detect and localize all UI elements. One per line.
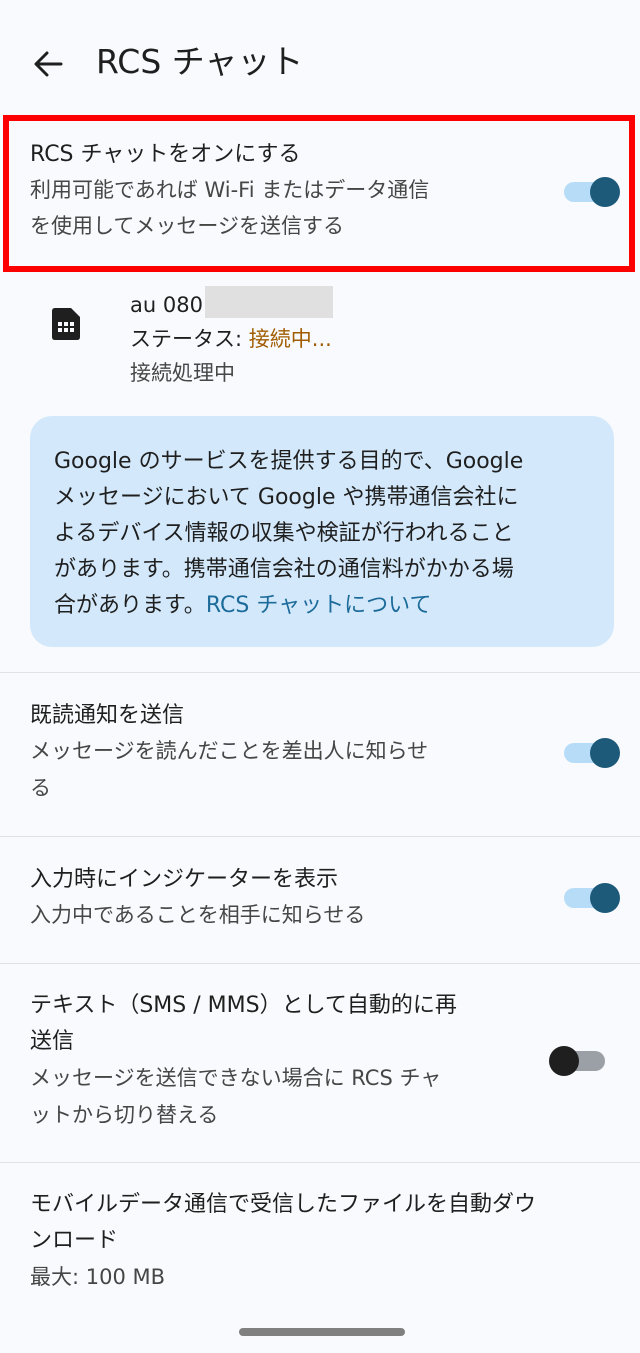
- setting-subtitle: ットから切り替える: [30, 1103, 219, 1127]
- setting-title: モバイルデータ通信で受信したファイルを自動ダウ: [30, 1192, 537, 1217]
- arrow-back-icon: [34, 51, 63, 77]
- toggle-thumb: [590, 738, 620, 768]
- info-text: 合があります。: [54, 593, 206, 618]
- setting-title: 既読通知を送信: [30, 703, 185, 728]
- sim-card-icon: [52, 308, 80, 340]
- rcs-chat-toggle[interactable]: [564, 177, 620, 207]
- page-title: RCS チャット: [96, 42, 304, 81]
- redacted-number: [204, 286, 333, 318]
- setting-subtitle: メッセージを読んだことを差出人に知らせ: [30, 739, 429, 763]
- info-text-line: メッセージにおいて Google や携帯通信会社に: [54, 485, 519, 510]
- status-label: ステータス:: [130, 327, 249, 351]
- toggle-thumb: [590, 177, 620, 207]
- info-text-line: があります。携帯通信会社の通信料がかかる場: [54, 557, 514, 582]
- divider: [0, 672, 640, 673]
- setting-subtitle: 入力中であることを相手に知らせる: [30, 903, 366, 927]
- top-app-bar: RCS チャット: [0, 0, 640, 120]
- setting-title: ンロード: [30, 1228, 119, 1253]
- sim-status: au 080 ステータス: 接続中... 接続処理中: [130, 286, 333, 390]
- sim-status-line: ステータス: 接続中...: [130, 322, 333, 356]
- sms-fallback-toggle[interactable]: [549, 1046, 605, 1076]
- sim-status-detail: 接続処理中: [130, 361, 235, 385]
- read-receipts-toggle[interactable]: [564, 738, 620, 768]
- setting-title: RCS チャットをオンにする: [30, 142, 301, 167]
- setting-rcs-chat[interactable]: RCS チャットをオンにする 利用可能であれば Wi-Fi またはデータ通信 を…: [30, 138, 429, 245]
- info-card: Google のサービスを提供する目的で、Google メッセージにおいて Go…: [30, 416, 614, 647]
- info-text-line: Google のサービスを提供する目的で、Google: [54, 449, 524, 474]
- status-value: 接続中...: [248, 327, 332, 351]
- info-text-line: よるデバイス情報の収集や検証が行われること: [54, 521, 514, 546]
- divider: [0, 836, 640, 837]
- setting-subtitle: 利用可能であれば Wi-Fi またはデータ通信: [30, 178, 430, 202]
- setting-read-receipts[interactable]: 既読通知を送信 メッセージを読んだことを差出人に知らせ る: [30, 699, 428, 807]
- info-text-line: 合があります。RCS チャットについて: [54, 588, 590, 624]
- sim-carrier: au 080: [130, 293, 203, 317]
- setting-sms-fallback[interactable]: テキスト（SMS / MMS）として自動的に再 送信 メッセージを送信できない場…: [30, 988, 457, 1134]
- setting-typing-indicator[interactable]: 入力時にインジケーターを表示 入力中であることを相手に知らせる: [30, 863, 365, 934]
- rcs-about-link[interactable]: RCS チャットについて: [206, 593, 432, 618]
- setting-subtitle: 最大: 100 MB: [30, 1265, 166, 1289]
- setting-subtitle: メッセージを送信できない場合に RCS チャ: [30, 1066, 442, 1090]
- toggle-thumb: [590, 883, 620, 913]
- toggle-thumb: [549, 1046, 579, 1076]
- divider: [0, 963, 640, 964]
- gesture-nav-bar[interactable]: [239, 1328, 405, 1336]
- setting-title: 送信: [30, 1029, 75, 1054]
- sim-carrier-line: au 080: [130, 286, 333, 322]
- setting-auto-download[interactable]: モバイルデータ通信で受信したファイルを自動ダウ ンロード 最大: 100 MB: [30, 1187, 536, 1296]
- back-button[interactable]: [22, 38, 74, 90]
- setting-subtitle: る: [30, 776, 51, 800]
- typing-indicator-toggle[interactable]: [564, 883, 620, 913]
- divider: [0, 1162, 640, 1163]
- setting-subtitle: を使用してメッセージを送信する: [30, 214, 344, 238]
- setting-title: テキスト（SMS / MMS）として自動的に再: [30, 993, 457, 1018]
- setting-title: 入力時にインジケーターを表示: [30, 867, 339, 892]
